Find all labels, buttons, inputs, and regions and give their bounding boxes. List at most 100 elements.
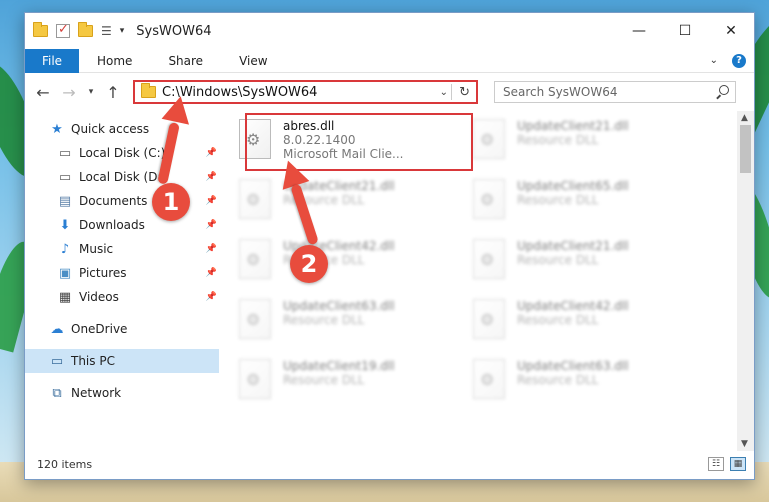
pin-icon[interactable]: 📌 (206, 244, 217, 254)
new-folder-icon[interactable] (78, 22, 93, 37)
forward-arrow-icon[interactable]: → (59, 83, 79, 102)
sidebar-item-label: This PC (71, 354, 115, 368)
maximize-button[interactable]: ☐ (662, 13, 708, 49)
large-icons-view-icon[interactable]: ▦ (730, 457, 746, 471)
file-type: Resource DLL (283, 313, 365, 327)
pin-icon[interactable]: 📌 (206, 292, 217, 302)
scroll-up-icon[interactable]: ▲ (741, 113, 748, 123)
pin-icon[interactable]: 📌 (206, 196, 217, 206)
sidebar-item-local-disk-d[interactable]: ▭ Local Disk (D:) 📌 (25, 165, 219, 189)
dll-file-icon (473, 359, 505, 399)
tab-view[interactable]: View (221, 54, 285, 68)
tab-home[interactable]: Home (79, 54, 150, 68)
address-dropdown-chevron-icon[interactable]: ⌄ (440, 87, 448, 98)
dll-file-icon (473, 179, 505, 219)
sidebar-item-label: Downloads (79, 218, 145, 232)
sidebar-item-label: OneDrive (71, 322, 128, 336)
music-icon: ♪ (60, 241, 70, 257)
step-1-badge: 1 (152, 183, 190, 221)
sidebar-item-onedrive[interactable]: ☁ OneDrive (25, 317, 219, 341)
scroll-down-icon[interactable]: ▼ (741, 439, 748, 449)
expand-ribbon-chevron-icon[interactable]: ⌄ (710, 55, 718, 66)
title-bar: ☰ ▾ SysWOW64 — ☐ ✕ (25, 13, 754, 49)
pictures-icon: ▣ (58, 265, 72, 281)
status-bar: 120 items ☷ ▦ (25, 449, 754, 479)
file-tile[interactable]: UpdateClient63.dllResource DLL (473, 355, 693, 411)
dll-file-icon (473, 119, 505, 159)
file-tile[interactable]: UpdateClient42.dllResource DLL (239, 235, 459, 291)
file-tile[interactable]: UpdateClient19.dllResource DLL (239, 355, 459, 411)
file-tile[interactable]: UpdateClient21.dllResource DLL (239, 175, 459, 231)
window-title: SysWOW64 (136, 23, 212, 39)
vertical-scrollbar[interactable]: ▲ ▼ (737, 111, 754, 451)
up-arrow-icon[interactable]: ↑ (103, 83, 123, 102)
tab-file[interactable]: File (25, 48, 79, 73)
file-explorer-window: ☰ ▾ SysWOW64 — ☐ ✕ File Home Share View … (24, 12, 755, 480)
file-type: Resource DLL (517, 193, 599, 207)
file-type: Resource DLL (283, 373, 365, 387)
file-name: UpdateClient63.dll (283, 299, 395, 313)
refresh-icon[interactable]: ↻ (459, 85, 470, 100)
sidebar-item-label: Local Disk (C:) (79, 146, 166, 160)
sidebar-item-label: Videos (79, 290, 119, 304)
pin-icon[interactable]: 📌 (206, 268, 217, 278)
cloud-icon: ☁ (50, 321, 64, 337)
folder-icon[interactable] (33, 22, 48, 37)
file-name: UpdateClient65.dll (517, 179, 629, 193)
arrow-1-head (161, 93, 195, 125)
sidebar-item-music[interactable]: ♪ Music 📌 (25, 237, 219, 261)
minimize-button[interactable]: — (616, 13, 662, 49)
pin-icon[interactable]: 📌 (206, 220, 217, 230)
file-type: Resource DLL (517, 313, 599, 327)
drive-icon: ▭ (58, 145, 72, 161)
file-tile[interactable]: UpdateClient21.dllResource DLL (473, 115, 693, 171)
downloads-icon: ⬇ (59, 217, 71, 233)
customize-toolbar-icon[interactable]: ☰ (101, 24, 112, 38)
search-placeholder: Search SysWOW64 (503, 85, 618, 99)
help-icon[interactable]: ? (732, 53, 746, 68)
drive-icon: ▭ (58, 169, 72, 185)
file-name: UpdateClient19.dll (283, 359, 395, 373)
pin-icon[interactable]: 📌 (206, 148, 217, 158)
sidebar-item-label: Network (71, 386, 122, 400)
sidebar-item-label: Pictures (79, 266, 127, 280)
file-tile[interactable]: UpdateClient42.dllResource DLL (473, 295, 693, 351)
recent-locations-chevron-icon[interactable]: ▾ (85, 87, 97, 97)
sidebar-item-label: Documents (79, 194, 148, 208)
close-button[interactable]: ✕ (708, 13, 754, 49)
properties-check-icon[interactable] (56, 22, 70, 38)
search-box[interactable]: Search SysWOW64 (494, 81, 736, 103)
sidebar-item-this-pc[interactable]: ▭ This PC (25, 349, 219, 373)
sidebar-item-network[interactable]: ⧉ Network (25, 381, 219, 405)
videos-icon: ▦ (58, 289, 72, 305)
file-tile[interactable]: UpdateClient65.dllResource DLL (473, 175, 693, 231)
scrollbar-thumb[interactable] (740, 125, 751, 173)
pin-icon[interactable]: 📌 (206, 172, 217, 182)
sidebar-item-label: Local Disk (D:) (79, 170, 167, 184)
file-tile[interactable]: UpdateClient21.dllResource DLL (473, 235, 693, 291)
dll-file-icon (473, 239, 505, 279)
search-icon[interactable] (719, 85, 729, 95)
file-type: Resource DLL (517, 253, 599, 267)
network-icon: ⧉ (52, 385, 62, 401)
sidebar-item-pictures[interactable]: ▣ Pictures 📌 (25, 261, 219, 285)
step-2-badge: 2 (290, 245, 328, 283)
sidebar-item-quick-access[interactable]: ★ Quick access (25, 117, 219, 141)
file-name: UpdateClient21.dll (517, 119, 629, 133)
back-arrow-icon[interactable]: ← (33, 83, 53, 102)
ribbon-right-controls: ⌄ ? (710, 53, 754, 68)
dll-file-icon (239, 239, 271, 279)
file-name: UpdateClient63.dll (517, 359, 629, 373)
toolbar-dropdown-icon[interactable]: ▾ (120, 26, 125, 36)
file-type: Resource DLL (517, 373, 599, 387)
sidebar-item-local-disk-c[interactable]: ▭ Local Disk (C:) 📌 (25, 141, 219, 165)
tab-share[interactable]: Share (150, 54, 221, 68)
file-tile[interactable]: UpdateClient63.dllResource DLL (239, 295, 459, 351)
view-toggle: ☷ ▦ (708, 457, 754, 471)
dll-file-icon (239, 299, 271, 339)
sidebar-item-videos[interactable]: ▦ Videos 📌 (25, 285, 219, 309)
file-type: Resource DLL (517, 133, 599, 147)
details-view-icon[interactable]: ☷ (708, 457, 724, 471)
quick-access-toolbar: ☰ ▾ (33, 22, 125, 38)
sidebar-item-downloads[interactable]: ⬇ Downloads 📌 (25, 213, 219, 237)
